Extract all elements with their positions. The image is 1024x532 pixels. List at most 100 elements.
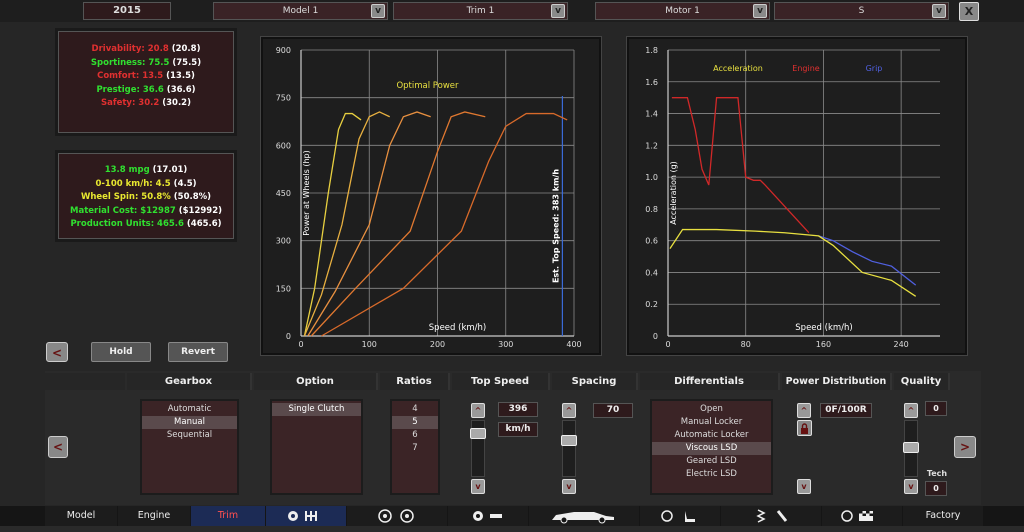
trim-select[interactable]: Trim 1 v xyxy=(393,2,568,20)
nav-body-tab[interactable] xyxy=(529,506,639,526)
differential-option[interactable]: Automatic Locker xyxy=(652,429,771,442)
nav-wheels-tab[interactable] xyxy=(347,506,447,526)
y-tick-label: 750 xyxy=(276,94,291,103)
ratio-option[interactable]: 7 xyxy=(392,442,438,455)
rating-row: Sportiness: 75.5 (75.5) xyxy=(58,57,234,71)
rating-row: Safety: 30.2 (30.2) xyxy=(58,97,234,111)
nav-suspension-tab[interactable] xyxy=(721,506,821,526)
ratio-option[interactable]: 4 xyxy=(392,403,438,416)
nav-trim[interactable]: Trim xyxy=(191,506,265,526)
motor-select[interactable]: Motor 1 v xyxy=(595,2,770,20)
stat-value: Wheel Spin: 50.8% xyxy=(80,192,171,202)
ratings-panel: Drivability: 20.8 (20.8) Sportiness: 75.5… xyxy=(55,28,237,136)
revert-button[interactable]: Revert xyxy=(168,342,228,362)
power-distribution-value: 0F/100R xyxy=(820,403,872,418)
quality-slider-thumb[interactable] xyxy=(903,442,919,453)
top-speed-slider[interactable] xyxy=(470,420,486,477)
stat-value: Material Cost: $12987 xyxy=(70,205,176,216)
differentials-list: Open Manual Locker Automatic Locker Viscous… xyxy=(650,399,773,495)
back-arrow-button[interactable]: < xyxy=(46,342,68,362)
close-button[interactable]: X xyxy=(959,2,979,21)
y-tick-label: 1.8 xyxy=(645,46,658,55)
hold-button[interactable]: Hold xyxy=(91,342,151,362)
top-speed-unit: km/h xyxy=(498,422,538,437)
differential-option[interactable]: Manual Locker xyxy=(652,416,771,429)
x-tick-label: 200 xyxy=(430,340,445,349)
rating-prev-value: (13.5) xyxy=(163,71,195,81)
spacing-down-button[interactable]: v xyxy=(562,479,576,494)
differential-option[interactable]: Open xyxy=(652,403,771,416)
differential-option[interactable]: Viscous LSD xyxy=(652,442,771,455)
top-speed-up-button[interactable]: ^ xyxy=(471,403,485,418)
y-tick-label: 150 xyxy=(276,284,291,293)
nav-gearbox-tab[interactable] xyxy=(266,506,346,526)
x-tick-label: 0 xyxy=(665,340,670,349)
chevron-down-icon[interactable]: v xyxy=(371,4,385,18)
gearbox-option[interactable]: Automatic xyxy=(142,403,237,416)
chevron-down-icon[interactable]: v xyxy=(753,4,767,18)
acceleration-chart: 0 80 160 240 0 0.2 0.4 0.6 0.8 1.0 1.2 1.4 1.6 1.8 Spe… xyxy=(627,37,967,355)
clutch-option[interactable]: Single Clutch xyxy=(272,403,361,416)
series-line xyxy=(321,112,568,337)
nav-engine[interactable]: Engine xyxy=(118,506,190,526)
model-select[interactable]: Model 1 v xyxy=(213,2,388,20)
acceleration-chart-svg: 0 80 160 240 0 0.2 0.4 0.6 0.8 1.0 1.2 1.4 1.6 1.8 Spe… xyxy=(645,46,940,349)
x-tick-label: 80 xyxy=(741,340,751,349)
seat-icon xyxy=(661,510,695,522)
checkered-flag-icon xyxy=(841,510,873,522)
gearbox-icon xyxy=(288,511,317,521)
spacing-header: Spacing xyxy=(552,373,638,390)
y-tick-label: 1.2 xyxy=(645,141,658,150)
chart-title: Optimal Power xyxy=(396,81,459,91)
gearbox-option[interactable]: Sequential xyxy=(142,429,237,442)
spacing-up-button[interactable]: ^ xyxy=(562,403,576,418)
ratio-option[interactable]: 6 xyxy=(392,429,438,442)
x-tick-label: 100 xyxy=(362,340,377,349)
ratio-option[interactable]: 5 xyxy=(392,416,438,429)
quality-down-button[interactable]: v xyxy=(904,479,918,494)
power-chart: 0 100 200 300 400 0 150 300 450 600 750 900 Speed (k… xyxy=(261,37,601,355)
rating-prev-value: (75.5) xyxy=(169,57,202,68)
y-tick-label: 600 xyxy=(276,141,291,150)
model-select-label: Model 1 xyxy=(282,6,319,16)
header-spacer xyxy=(45,373,125,390)
variant-select-label: S xyxy=(858,6,865,16)
tech-label: Tech xyxy=(926,469,948,478)
top-speed-down-button[interactable]: v xyxy=(471,479,485,494)
power-distribution-header: Power Distribution xyxy=(782,373,892,390)
wheel-icon xyxy=(378,509,414,523)
stat-prev-value: (17.01) xyxy=(149,165,188,175)
power-distribution-up-button[interactable]: ^ xyxy=(797,403,811,418)
year-display: 2015 xyxy=(83,2,171,20)
nav-brakes-tab[interactable] xyxy=(448,506,528,526)
y-tick-label: 300 xyxy=(276,237,291,246)
chevron-down-icon[interactable]: v xyxy=(551,4,565,18)
rating-value: Drivability: 20.8 xyxy=(91,44,169,54)
quality-slider[interactable] xyxy=(903,420,919,477)
next-page-button[interactable]: > xyxy=(954,436,976,458)
x-tick-label: 400 xyxy=(566,340,581,349)
stat-row: Production Units: 465.6 (465.6) xyxy=(58,218,234,232)
power-distribution-down-button[interactable]: v xyxy=(797,479,811,494)
variant-select[interactable]: Sv xyxy=(774,2,949,20)
prev-page-button[interactable]: < xyxy=(48,436,68,458)
x-tick-label: 160 xyxy=(816,340,831,349)
differential-option[interactable]: Geared LSD xyxy=(652,455,771,468)
quality-up-button[interactable]: ^ xyxy=(904,403,918,418)
spacing-slider-thumb[interactable] xyxy=(561,435,577,446)
gearbox-option[interactable]: Manual xyxy=(142,416,237,429)
nav-interior-tab[interactable] xyxy=(640,506,720,526)
lock-icon[interactable] xyxy=(797,420,812,436)
x-tick-label: 240 xyxy=(894,340,909,349)
nav-testing-tab[interactable] xyxy=(822,506,902,526)
y-tick-label: 0.4 xyxy=(645,268,658,277)
series-line xyxy=(671,97,810,234)
nav-factory[interactable]: Factory xyxy=(903,506,983,526)
top-speed-slider-thumb[interactable] xyxy=(470,428,486,439)
chevron-down-icon[interactable]: v xyxy=(932,4,946,18)
nav-model[interactable]: Model xyxy=(45,506,117,526)
differential-option[interactable]: Electric LSD xyxy=(652,468,771,481)
spacing-slider[interactable] xyxy=(561,420,577,477)
quality-value: 0 xyxy=(925,401,947,416)
stat-row: Wheel Spin: 50.8% (50.8%) xyxy=(58,191,234,205)
